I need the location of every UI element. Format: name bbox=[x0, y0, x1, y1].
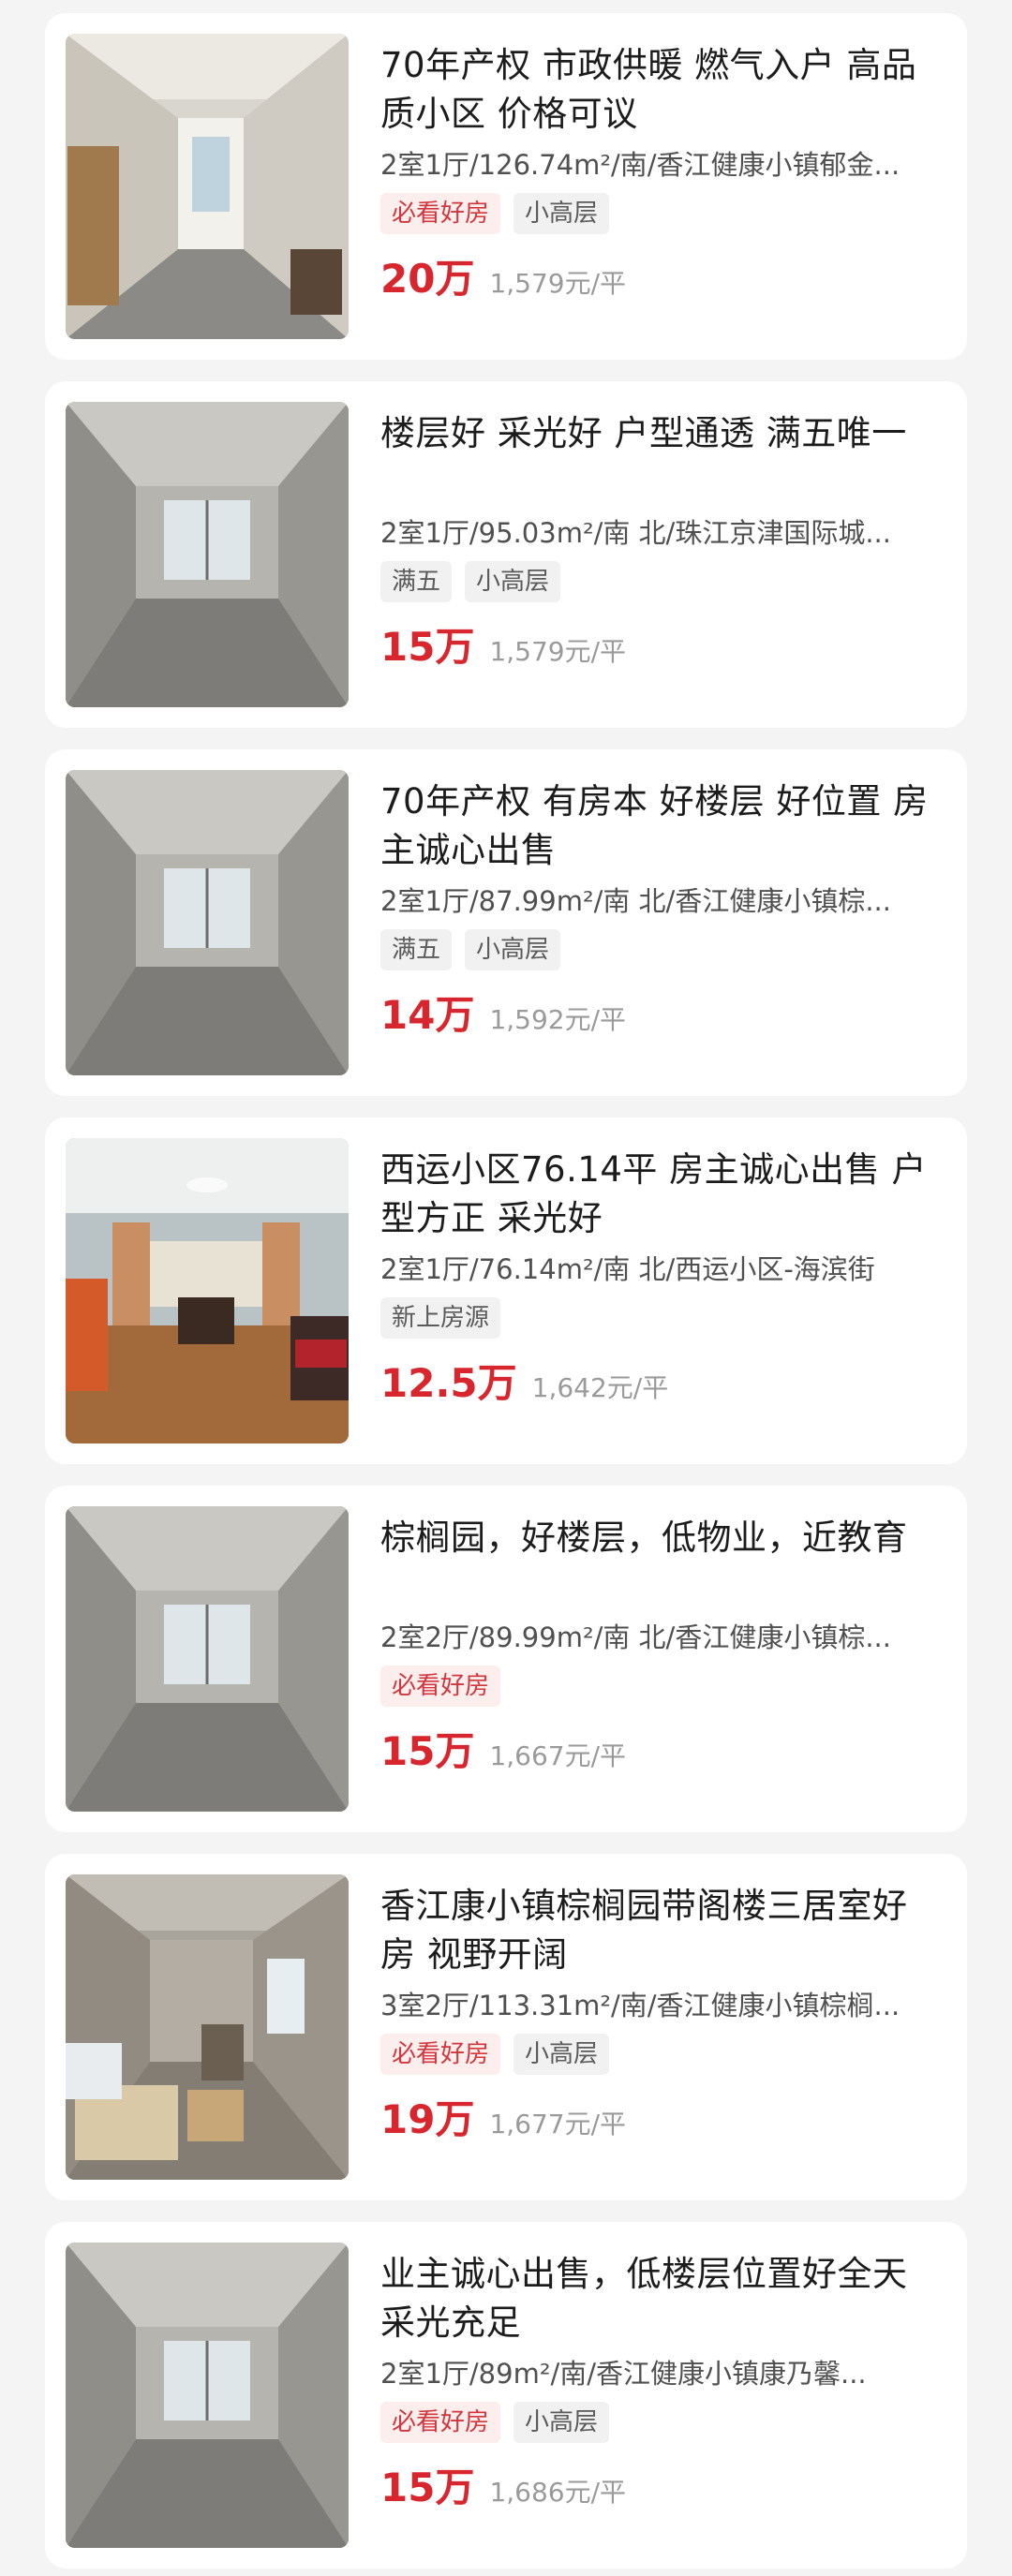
listing-title[interactable]: 70年产权 市政供暖 燃气入户 高品质小区 价格可议 bbox=[380, 41, 933, 139]
listing-tag: 必看好房 bbox=[380, 2402, 501, 2443]
listing-meta: 2室1厅/87.99m²/南 北/香江健康小镇棕... bbox=[380, 885, 891, 917]
listing-card[interactable]: 楼层好 采光好 户型通透 满五唯一 2室1厅/95.03m²/南 北/珠江京津国际… bbox=[45, 381, 967, 728]
unit-price: 1,642元/平 bbox=[531, 1372, 669, 1403]
listing-tags: 满五 小高层 bbox=[380, 929, 933, 972]
price-row: 19万 1,677元/平 bbox=[380, 2088, 933, 2145]
listing-meta: 2室2厅/89.99m²/南 北/香江健康小镇棕... bbox=[380, 1621, 891, 1653]
listing-tag: 满五 bbox=[380, 929, 453, 970]
listing-info: 70年产权 有房本 好楼层 好位置 房主诚心出售 2室1厅/87.99m²/南 北… bbox=[380, 777, 933, 1041]
listing-tag: 小高层 bbox=[465, 929, 561, 970]
listing-tag: 小高层 bbox=[513, 2034, 610, 2075]
unit-price: 1,667元/平 bbox=[489, 1740, 627, 1771]
listing-photo[interactable] bbox=[66, 1506, 349, 1812]
listing-meta: 3室2厅/113.31m²/南/香江健康小镇棕榈... bbox=[380, 1990, 900, 2021]
listing-info: 楼层好 采光好 户型通透 满五唯一 2室1厅/95.03m²/南 北/珠江京津国际… bbox=[380, 409, 933, 673]
listing-meta: 2室1厅/95.03m²/南 北/珠江京津国际城... bbox=[380, 517, 891, 549]
listing-card[interactable]: 香江康小镇棕榈园带阁楼三居室好房 视野开阔 3室2厅/113.31m²/南/香江健… bbox=[45, 1854, 967, 2200]
listing-card[interactable]: 业主诚心出售，低楼层位置好全天采光充足 2室1厅/89m²/南/香江健康小镇康乃馨… bbox=[45, 2222, 967, 2569]
listing-info: 业主诚心出售，低楼层位置好全天采光充足 2室1厅/89m²/南/香江健康小镇康乃馨… bbox=[380, 2250, 933, 2513]
price-row: 15万 1,686元/平 bbox=[380, 2456, 933, 2513]
listing-tag: 必看好房 bbox=[380, 193, 501, 234]
listing-tag: 必看好房 bbox=[380, 2034, 501, 2075]
listing-tags: 必看好房 小高层 bbox=[380, 193, 933, 236]
listing-card[interactable]: 70年产权 有房本 好楼层 好位置 房主诚心出售 2室1厅/87.99m²/南 北… bbox=[45, 749, 967, 1096]
listing-title[interactable]: 业主诚心出售，低楼层位置好全天采光充足 bbox=[380, 2250, 933, 2347]
listing-tags: 新上房源 bbox=[380, 1297, 933, 1340]
listing-info: 棕榈园，好楼层，低物业，近教育 2室2厅/89.99m²/南 北/香江健康小镇棕.… bbox=[380, 1514, 933, 1777]
total-price: 12.5万 bbox=[380, 1360, 517, 1406]
listing-title[interactable]: 香江康小镇棕榈园带阁楼三居室好房 视野开阔 bbox=[380, 1882, 933, 1979]
listing-tags: 必看好房 小高层 bbox=[380, 2402, 933, 2445]
listing-info: 70年产权 市政供暖 燃气入户 高品质小区 价格可议 2室1厅/126.74m²/… bbox=[380, 41, 933, 304]
listing-title[interactable]: 棕榈园，好楼层，低物业，近教育 bbox=[380, 1514, 933, 1611]
listing-card[interactable]: 70年产权 市政供暖 燃气入户 高品质小区 价格可议 2室1厅/126.74m²/… bbox=[45, 13, 967, 360]
price-row: 20万 1,579元/平 bbox=[380, 247, 933, 304]
listing-meta: 2室1厅/89m²/南/香江健康小镇康乃馨... bbox=[380, 2358, 867, 2390]
listing-meta: 2室1厅/76.14m²/南 北/西运小区-海滨街 bbox=[380, 1253, 875, 1285]
unit-price: 1,592元/平 bbox=[489, 1004, 627, 1035]
listing-photo[interactable] bbox=[66, 34, 349, 339]
unit-price: 1,579元/平 bbox=[489, 636, 627, 667]
total-price: 19万 bbox=[380, 2096, 475, 2142]
listing-tag: 小高层 bbox=[513, 2402, 610, 2443]
total-price: 20万 bbox=[380, 256, 475, 302]
price-row: 14万 1,592元/平 bbox=[380, 984, 933, 1041]
price-row: 15万 1,667元/平 bbox=[380, 1720, 933, 1777]
listing-tags: 必看好房 小高层 bbox=[380, 2034, 933, 2077]
listing-title[interactable]: 楼层好 采光好 户型通透 满五唯一 bbox=[380, 409, 933, 507]
total-price: 15万 bbox=[380, 1728, 475, 1774]
unit-price: 1,579元/平 bbox=[489, 268, 627, 299]
listing-card[interactable]: 棕榈园，好楼层，低物业，近教育 2室2厅/89.99m²/南 北/香江健康小镇棕.… bbox=[45, 1486, 967, 1832]
listing-photo[interactable] bbox=[66, 1874, 349, 2180]
listing-tag: 新上房源 bbox=[380, 1297, 501, 1339]
listing-info: 香江康小镇棕榈园带阁楼三居室好房 视野开阔 3室2厅/113.31m²/南/香江健… bbox=[380, 1882, 933, 2145]
listing-photo[interactable] bbox=[66, 1138, 349, 1443]
listing-title[interactable]: 70年产权 有房本 好楼层 好位置 房主诚心出售 bbox=[380, 777, 933, 875]
unit-price: 1,686元/平 bbox=[489, 2477, 627, 2508]
listing-title[interactable]: 西运小区76.14平 房主诚心出售 户型方正 采光好 bbox=[380, 1146, 933, 1243]
listing-tag: 满五 bbox=[380, 561, 453, 602]
listing-meta: 2室1厅/126.74m²/南/香江健康小镇郁金... bbox=[380, 149, 900, 181]
listing-info: 西运小区76.14平 房主诚心出售 户型方正 采光好 2室1厅/76.14m²/南… bbox=[380, 1146, 933, 1409]
total-price: 15万 bbox=[380, 2465, 475, 2510]
listing-photo[interactable] bbox=[66, 402, 349, 707]
listing-tag: 小高层 bbox=[465, 561, 561, 602]
listing-card[interactable]: 西运小区76.14平 房主诚心出售 户型方正 采光好 2室1厅/76.14m²/南… bbox=[45, 1118, 967, 1464]
listing-tags: 必看好房 bbox=[380, 1666, 933, 1709]
listing-photo[interactable] bbox=[66, 2243, 349, 2548]
listing-photo[interactable] bbox=[66, 770, 349, 1075]
listing-tag: 必看好房 bbox=[380, 1666, 501, 1707]
listing-feed: 70年产权 市政供暖 燃气入户 高品质小区 价格可议 2室1厅/126.74m²/… bbox=[0, 0, 1012, 2576]
price-row: 12.5万 1,642元/平 bbox=[380, 1352, 933, 1409]
total-price: 14万 bbox=[380, 992, 475, 1038]
price-row: 15万 1,579元/平 bbox=[380, 615, 933, 673]
total-price: 15万 bbox=[380, 624, 475, 670]
unit-price: 1,677元/平 bbox=[489, 2109, 627, 2139]
listing-tag: 小高层 bbox=[513, 193, 610, 234]
listing-tags: 满五 小高层 bbox=[380, 561, 933, 604]
